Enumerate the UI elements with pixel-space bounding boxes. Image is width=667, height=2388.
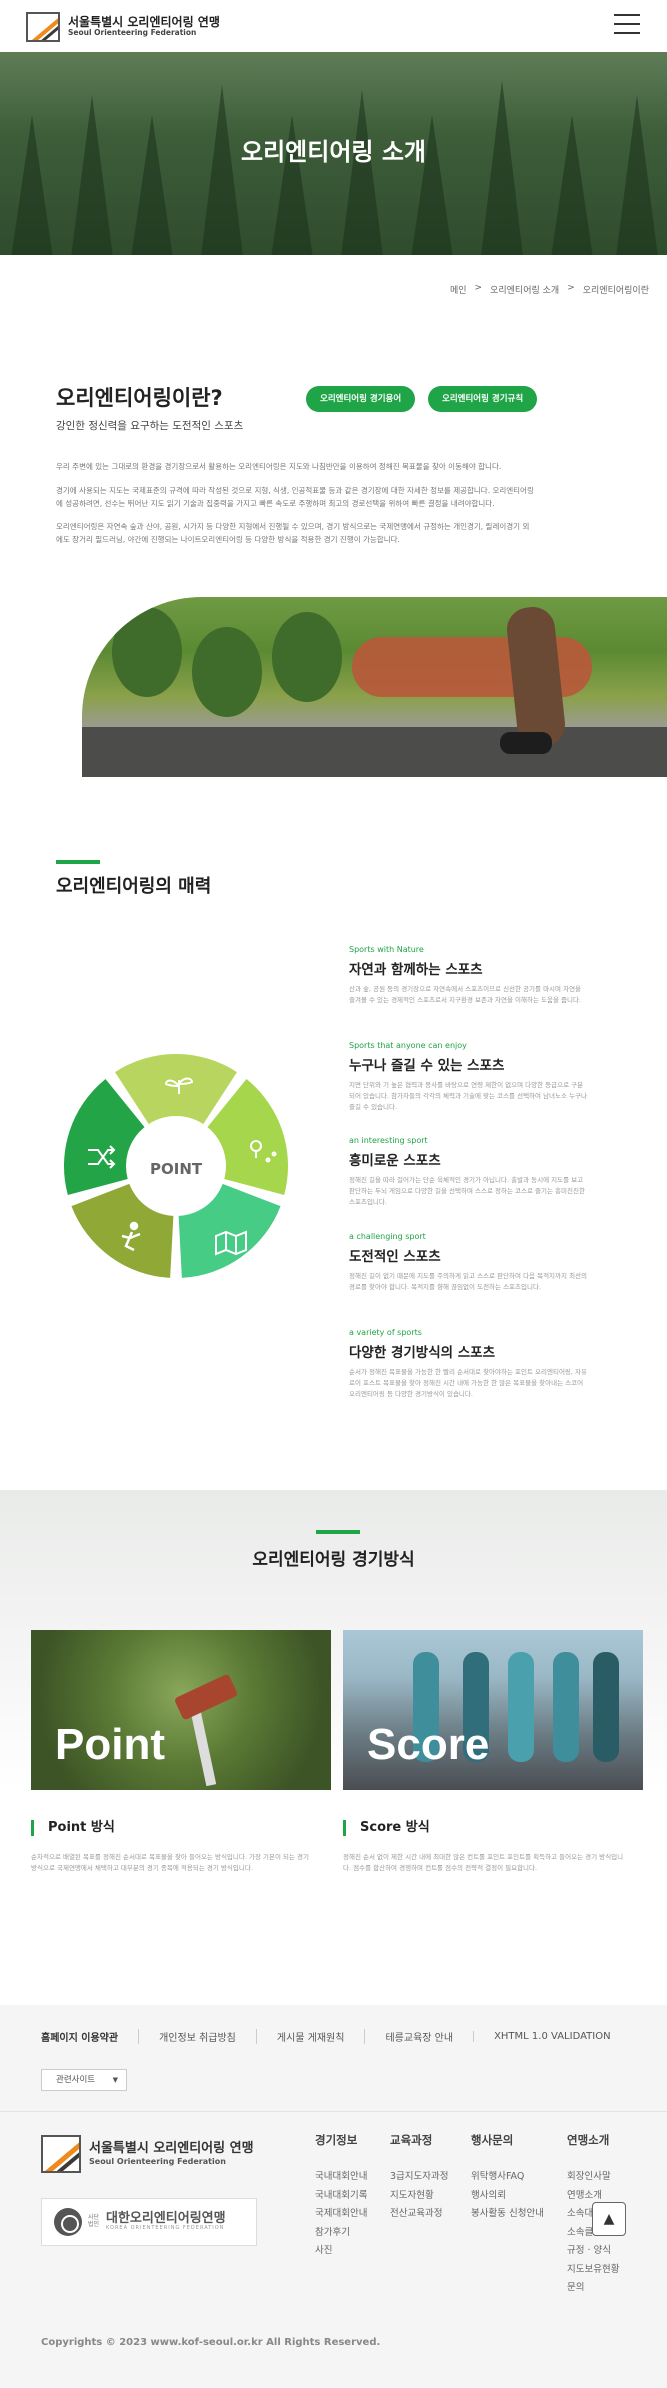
breadcrumb-separator: > — [567, 283, 575, 293]
feature-item: an interesting sport 흥미로운 스포츠 정해진 길을 따라 … — [349, 1136, 589, 1208]
related-sites-select[interactable]: 관련사이트 ▼ — [41, 2069, 127, 2091]
point-card-title: Point — [55, 1720, 165, 1769]
score-method-name: Score 방식 — [343, 1820, 430, 1836]
breadcrumb-section[interactable]: 오리엔티어링 소개 — [490, 283, 559, 296]
footer-link[interactable]: 국내대회기록 — [315, 2187, 367, 2206]
feature-desc: 정해진 길을 따라 걸어가는 단순 육체적인 경기가 아닙니다. 출발과 동시에… — [349, 1176, 585, 1207]
point-method-name: Point 방식 — [31, 1820, 115, 1836]
footer-link[interactable]: 국내대회안내 — [315, 2168, 367, 2187]
site-logo[interactable]: 서울특별시 오리엔티어링 연맹 Seoul Orienteering Feder… — [26, 12, 220, 42]
footer-link[interactable]: 전산교육과정 — [390, 2205, 448, 2224]
intro-paragraph: 경기에 사용되는 지도는 국제표준의 규격에 따라 작성된 것으로 지형, 식생… — [56, 486, 534, 509]
footer-link[interactable]: 문의 — [567, 2279, 619, 2298]
footer-link[interactable]: 사진 — [315, 2242, 367, 2261]
footer-link[interactable]: 회장인사말 — [567, 2168, 619, 2187]
footer-link[interactable]: 3급지도자과정 — [390, 2168, 448, 2187]
feature-item: Sports that anyone can enjoy 누구나 즐길 수 있는… — [349, 1041, 589, 1113]
score-card-title: Score — [367, 1720, 490, 1769]
posting-policy-link[interactable]: 게시물 게재원칙 — [255, 2029, 365, 2044]
score-method-card[interactable]: Score — [343, 1630, 643, 1790]
chevron-down-icon: ▼ — [112, 2076, 118, 2084]
footer-link[interactable]: 국제대회안내 — [315, 2205, 367, 2224]
footer-column-heading: 연맹소개 — [567, 2133, 610, 2147]
footer-link[interactable]: 행사의뢰 — [471, 2187, 544, 2206]
logo-mark-icon — [26, 12, 60, 42]
feature-en: a challenging sport — [349, 1232, 426, 1241]
privacy-link[interactable]: 개인정보 취급방침 — [138, 2029, 256, 2044]
point-method-card[interactable]: Point — [31, 1630, 331, 1790]
point-method-desc: 순차적으로 배열된 목표를 정해진 순서대로 목표물을 찾아 들어오는 방식입니… — [31, 1853, 310, 1873]
kof-name-en: KOREA ORIENTEERING FEDERATION — [106, 2225, 225, 2232]
logo-mark-icon — [41, 2135, 81, 2173]
feature-item: a variety of sports 다양한 경기방식의 스포츠 순서가 정해… — [349, 1328, 589, 1400]
intro-subtitle: 강인한 정신력을 요구하는 도전적인 스포츠 — [56, 420, 244, 432]
related-sites-label: 관련사이트 — [56, 2075, 96, 2085]
breadcrumb-home[interactable]: 메인 — [450, 283, 467, 296]
hamburger-menu-icon[interactable] — [614, 14, 640, 36]
feature-en: Sports with Nature — [349, 945, 424, 954]
kof-banner[interactable]: 사단법인 대한오리엔티어링연맹 KOREA ORIENTEERING FEDER… — [41, 2198, 257, 2246]
hero-banner: 오리엔티어링 소개 — [0, 52, 667, 255]
section-accent-bar — [316, 1530, 360, 1534]
xhtml-validation-link[interactable]: XHTML 1.0 VALIDATION — [473, 2031, 631, 2042]
feature-title: 도전적인 스포츠 — [349, 1249, 441, 1265]
feature-item: a challenging sport 도전적인 스포츠 정해진 길이 없기 때… — [349, 1232, 589, 1293]
kof-small-label: 사단법인 — [88, 2214, 100, 2228]
feature-desc: 정해진 길이 없기 때문에 지도를 주의하게 읽고 스스로 판단하여 다음 목적… — [349, 1272, 588, 1292]
point-center-label: POINT — [150, 1160, 203, 1178]
footer-org-name: 서울특별시 오리엔티어링 연맹 — [89, 2141, 254, 2157]
footer-link[interactable]: 위탁행사FAQ — [471, 2168, 544, 2187]
footer: 서울특별시 오리엔티어링 연맹 Seoul Orienteering Feder… — [0, 2112, 667, 2388]
breadcrumb: 메인 > 오리엔티어링 소개 > 오리엔티어링이란 — [450, 283, 649, 296]
footer-column-heading: 행사문의 — [471, 2133, 514, 2147]
feature-en: a variety of sports — [349, 1328, 422, 1337]
footer-link[interactable]: 지도보유현황 — [567, 2261, 619, 2280]
charm-title: 오리엔티어링의 매력 — [56, 876, 212, 897]
logo-name-en: Seoul Orienteering Federation — [68, 28, 197, 38]
arrow-up-icon[interactable]: ▲ — [592, 2202, 626, 2236]
rules-button[interactable]: 오리엔티어링 경기규칙 — [428, 386, 538, 412]
feature-desc: 지면 단위와 기 높은 협력과 봉사를 바탕으로 연령 제한이 없으며 다양한 … — [349, 1081, 588, 1112]
footer-link[interactable]: 규정 · 양식 — [567, 2242, 619, 2261]
feature-title: 누구나 즐길 수 있는 스포츠 — [349, 1058, 505, 1074]
site-header: 서울특별시 오리엔티어링 연맹 Seoul Orienteering Feder… — [0, 0, 667, 52]
footer-column-heading: 경기정보 — [315, 2133, 358, 2147]
footer-column-education: 교육과정 3급지도자과정 지도자현황 전산교육과정 — [390, 2132, 448, 2224]
running-photo — [82, 597, 667, 777]
footer-column-competition: 경기정보 국내대회안내 국내대회기록 국제대회안내 참가후기 사진 — [315, 2132, 367, 2261]
section-accent-bar — [56, 860, 100, 864]
method-title: 오리엔티어링 경기방식 — [252, 1550, 415, 1570]
feature-desc: 산과 숲, 공원 등의 경기장으로 자연속에서 스포츠이므로 신선한 공기를 마… — [349, 985, 582, 1005]
footer-column-heading: 교육과정 — [390, 2133, 433, 2147]
feature-desc: 순서가 정해진 목표물을 가능한 한 빨리 순서대로 찾아야하는 포인트 오리엔… — [349, 1368, 588, 1399]
terms-link[interactable]: 홈페이지 이용약관 — [41, 2029, 138, 2044]
intro-paragraph: 우리 주변에 있는 그대로의 환경을 경기장으로서 활용하는 오리엔티어링은 지… — [56, 462, 502, 471]
kof-name: 대한오리엔티어링연맹 — [106, 2211, 226, 2227]
feature-en: Sports that anyone can enjoy — [349, 1041, 467, 1050]
hero-title: 오리엔티어링 소개 — [241, 138, 426, 166]
copyright: Copyrights © 2023 www.kof-seoul.or.kr Al… — [41, 2337, 381, 2348]
footer-logo[interactable]: 서울특별시 오리엔티어링 연맹 Seoul Orienteering Feder… — [41, 2135, 254, 2173]
feature-item: Sports with Nature 자연과 함께하는 스포츠 산과 숲, 공원… — [349, 945, 589, 1006]
breadcrumb-current[interactable]: 오리엔티어링이란 — [583, 283, 649, 296]
feature-title: 자연과 함께하는 스포츠 — [349, 962, 483, 978]
footer-link[interactable]: 지도자현황 — [390, 2187, 448, 2206]
footer-column-events: 행사문의 위탁행사FAQ 행사의뢰 봉사활동 신청안내 — [471, 2132, 544, 2224]
intro-title: 오리엔티어링이란? — [56, 386, 223, 410]
footer-links-bar: 홈페이지 이용약관 개인정보 취급방침 게시물 게재원칙 테릉교육장 안내 XH… — [0, 2005, 667, 2112]
education-center-link[interactable]: 테릉교육장 안내 — [364, 2029, 473, 2044]
terms-button[interactable]: 오리엔티어링 경기용어 — [306, 386, 416, 412]
intro-paragraph: 오리엔티어링은 자연속 숲과 산야, 공원, 시가지 등 다양한 지형에서 진행… — [56, 522, 530, 545]
kof-logo-icon — [54, 2208, 82, 2236]
footer-org-name-en: Seoul Orienteering Federation — [89, 2157, 226, 2166]
breadcrumb-separator: > — [474, 283, 483, 293]
feature-en: an interesting sport — [349, 1136, 428, 1145]
score-method-desc: 정해진 순서 없이 제한 시간 내에 최대한 많은 컨트롤 포인트 포인트를 획… — [343, 1853, 624, 1873]
feature-title: 흥미로운 스포츠 — [349, 1153, 441, 1169]
footer-link[interactable]: 참가후기 — [315, 2224, 367, 2243]
feature-title: 다양한 경기방식의 스포츠 — [349, 1345, 496, 1361]
footer-link[interactable]: 봉사활동 신청안내 — [471, 2205, 544, 2224]
